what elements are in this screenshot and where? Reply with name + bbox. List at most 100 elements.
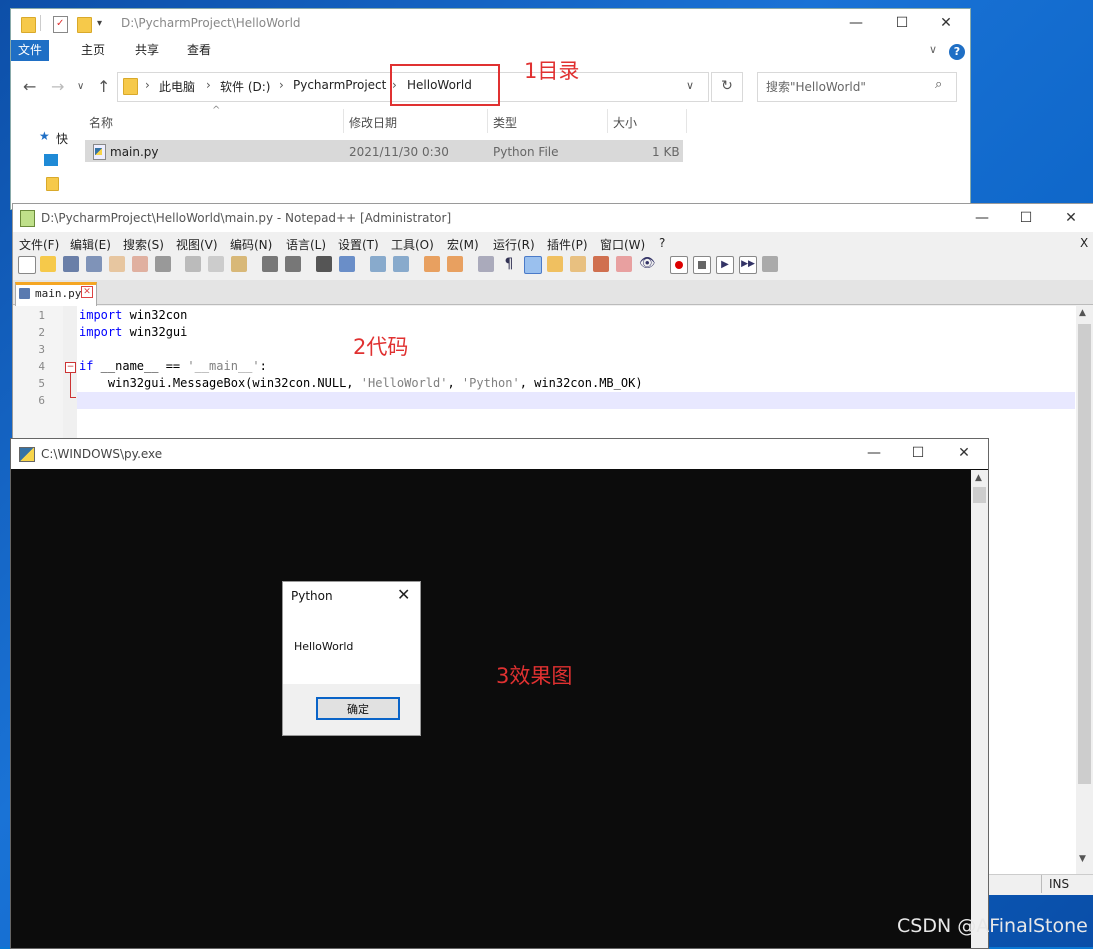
breadcrumb-item[interactable]: PycharmProject bbox=[293, 78, 386, 92]
recent-locations-icon[interactable]: ∨ bbox=[77, 81, 84, 92]
breadcrumb-item[interactable]: 软件 (D:) bbox=[220, 78, 270, 95]
close-button[interactable]: ✕ bbox=[1048, 204, 1093, 234]
menu-encoding[interactable]: 编码(N) bbox=[230, 236, 272, 253]
close-all-icon[interactable] bbox=[132, 256, 148, 272]
folder-workspace-icon[interactable] bbox=[616, 256, 632, 272]
folder-icon[interactable] bbox=[46, 177, 59, 191]
menu-settings[interactable]: 设置(T) bbox=[338, 236, 379, 253]
ribbon-tab-home[interactable]: 主页 bbox=[71, 40, 115, 61]
scrollbar-thumb[interactable] bbox=[1078, 324, 1091, 784]
redo-icon[interactable] bbox=[285, 256, 301, 272]
line-number: 4 bbox=[38, 360, 45, 373]
search-icon[interactable]: ⌕ bbox=[935, 77, 942, 92]
ribbon-tab-share[interactable]: 共享 bbox=[125, 40, 169, 61]
ok-button[interactable]: 确定 bbox=[316, 697, 400, 720]
menu-window[interactable]: 窗口(W) bbox=[600, 236, 645, 253]
column-header-modified[interactable]: 修改日期 bbox=[349, 114, 397, 131]
maximize-button[interactable]: ☐ bbox=[895, 439, 941, 469]
indent-guide-icon[interactable] bbox=[524, 256, 542, 274]
run-macro-multiple-icon[interactable]: ▶▶ bbox=[739, 256, 757, 274]
zoom-in-icon[interactable] bbox=[370, 256, 386, 272]
column-divider[interactable] bbox=[686, 109, 687, 133]
ribbon-tab-file[interactable]: 文件 bbox=[11, 40, 49, 61]
desktop-icon[interactable] bbox=[44, 154, 58, 166]
fold-line bbox=[70, 372, 71, 398]
menu-view[interactable]: 视图(V) bbox=[176, 236, 218, 253]
code-text: , win32con.MB_OK) bbox=[519, 376, 643, 390]
tab-close-icon[interactable]: ✕ bbox=[81, 286, 93, 298]
play-macro-icon[interactable]: ▶ bbox=[716, 256, 734, 274]
menu-language[interactable]: 语言(L) bbox=[286, 236, 326, 253]
customize-qa-icon[interactable]: ▾ bbox=[97, 18, 102, 29]
minimize-button[interactable]: — bbox=[851, 439, 897, 469]
ribbon-collapse-icon[interactable]: ∨ bbox=[929, 43, 937, 56]
minimize-button[interactable]: — bbox=[833, 9, 879, 39]
quick-access-label[interactable]: 快 bbox=[56, 130, 68, 147]
stop-macro-icon[interactable] bbox=[693, 256, 711, 274]
show-all-chars-icon[interactable]: ¶ bbox=[501, 256, 517, 272]
sync-horizontal-icon[interactable] bbox=[447, 256, 463, 272]
message-box: Python ✕ HelloWorld 确定 bbox=[282, 581, 421, 736]
column-divider[interactable] bbox=[487, 109, 488, 133]
word-wrap-icon[interactable] bbox=[478, 256, 494, 272]
replace-icon[interactable] bbox=[339, 256, 355, 272]
column-header-size[interactable]: 大小 bbox=[613, 114, 637, 131]
console-scrollbar[interactable] bbox=[971, 470, 988, 948]
record-macro-icon[interactable] bbox=[670, 256, 688, 274]
file-name[interactable]: main.py bbox=[110, 145, 159, 159]
tab-label[interactable]: main.py bbox=[35, 287, 81, 300]
scroll-down-icon[interactable]: ▼ bbox=[1079, 854, 1086, 864]
menu-close-doc[interactable]: X bbox=[1080, 236, 1088, 250]
paste-icon[interactable] bbox=[231, 256, 247, 272]
scroll-up-icon[interactable]: ▲ bbox=[1079, 308, 1086, 318]
menu-macro[interactable]: 宏(M) bbox=[447, 236, 479, 253]
new-folder-icon[interactable] bbox=[77, 17, 92, 33]
refresh-button[interactable]: ↻ bbox=[711, 72, 743, 102]
close-button[interactable]: ✕ bbox=[941, 439, 987, 469]
doc-map-icon[interactable] bbox=[570, 256, 586, 272]
udl-icon[interactable] bbox=[547, 256, 563, 272]
address-dropdown-icon[interactable]: ∨ bbox=[686, 79, 694, 92]
save-all-icon[interactable] bbox=[86, 256, 102, 272]
forward-arrow-icon[interactable]: → bbox=[51, 77, 64, 96]
up-arrow-icon[interactable]: ↑ bbox=[97, 77, 110, 96]
column-divider[interactable] bbox=[607, 109, 608, 133]
undo-icon[interactable] bbox=[262, 256, 278, 272]
close-file-icon[interactable] bbox=[109, 256, 125, 272]
copy-icon[interactable] bbox=[208, 256, 224, 272]
close-button[interactable]: ✕ bbox=[923, 9, 969, 39]
properties-icon[interactable]: ✓ bbox=[53, 16, 68, 33]
cut-icon[interactable] bbox=[185, 256, 201, 272]
zoom-out-icon[interactable] bbox=[393, 256, 409, 272]
open-file-icon[interactable] bbox=[40, 256, 56, 272]
monitor-eye-icon[interactable]: 👁 bbox=[639, 256, 656, 272]
maximize-button[interactable]: ☐ bbox=[1003, 204, 1049, 234]
sync-vertical-icon[interactable] bbox=[424, 256, 440, 272]
help-icon[interactable]: ? bbox=[949, 44, 965, 60]
menu-plugins[interactable]: 插件(P) bbox=[547, 236, 588, 253]
column-header-type[interactable]: 类型 bbox=[493, 114, 517, 131]
menu-file[interactable]: 文件(F) bbox=[19, 236, 59, 253]
close-icon[interactable]: ✕ bbox=[397, 585, 410, 604]
column-divider[interactable] bbox=[343, 109, 344, 133]
new-file-icon[interactable] bbox=[18, 256, 36, 274]
function-list-icon[interactable] bbox=[593, 256, 609, 272]
breadcrumb-item[interactable]: 此电脑 bbox=[159, 78, 195, 95]
back-arrow-icon[interactable]: ← bbox=[23, 77, 36, 96]
scroll-up-icon[interactable]: ▲ bbox=[975, 473, 982, 483]
save-icon[interactable] bbox=[63, 256, 79, 272]
menu-tools[interactable]: 工具(O) bbox=[391, 236, 434, 253]
save-macro-icon[interactable] bbox=[762, 256, 778, 272]
maximize-button[interactable]: ☐ bbox=[879, 9, 925, 39]
minimize-button[interactable]: — bbox=[959, 204, 1005, 234]
ribbon-tab-view[interactable]: 查看 bbox=[177, 40, 221, 61]
scrollbar-thumb[interactable] bbox=[973, 487, 986, 503]
print-icon[interactable] bbox=[155, 256, 171, 272]
annotation-3: 3效果图 bbox=[496, 664, 573, 688]
menu-help[interactable]: ? bbox=[659, 236, 665, 250]
menu-edit[interactable]: 编辑(E) bbox=[70, 236, 111, 253]
find-icon[interactable] bbox=[316, 256, 332, 272]
menu-run[interactable]: 运行(R) bbox=[493, 236, 535, 253]
menu-search[interactable]: 搜索(S) bbox=[123, 236, 164, 253]
column-header-name[interactable]: 名称 bbox=[89, 114, 113, 131]
